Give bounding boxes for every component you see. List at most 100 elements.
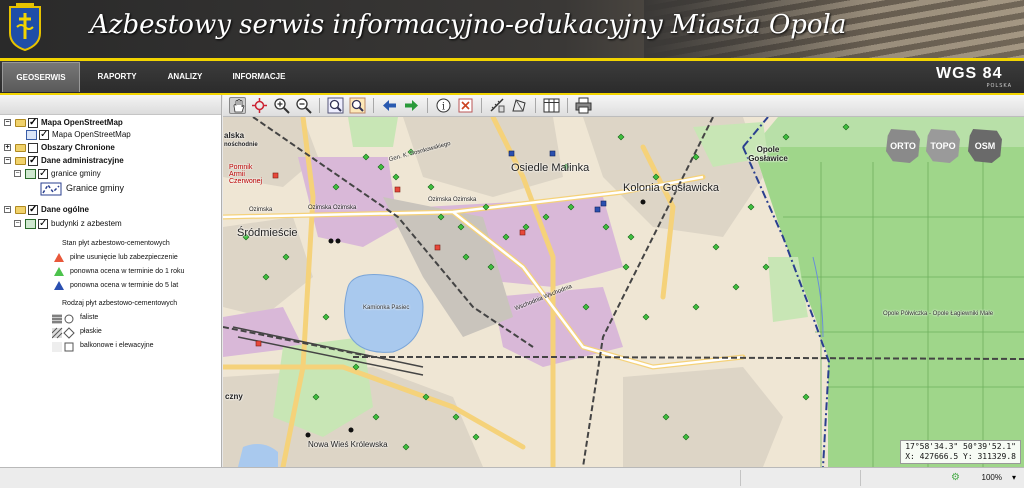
map-label-poln: nośchodnie [224,142,258,148]
green-triangle-icon [54,267,64,276]
red-triangle-icon [54,253,64,262]
legend-type-title: Rodzaj płyt azbestowo-cementowych [62,300,178,307]
map-label-kolonia-goslawicka: Kolonia Gosławicka [623,182,719,194]
app-window: Azbestowy serwis informacyjno-edukacyjny… [0,0,1024,488]
clear-icon[interactable] [457,97,474,114]
layer-label: granice gminy [51,169,101,178]
site-title: Azbestowy serwis informacyjno-edukacyjny… [90,10,847,40]
folder-icon [15,144,26,152]
legend-type-corrugated: faliste [80,314,99,321]
facade-pattern-icon [52,342,74,352]
measure-area-icon[interactable] [511,97,528,114]
legend-state-urgent: pilne usunięcie lub zabezpieczenie [70,254,178,261]
map-viewport[interactable]: Osiedle Malinka Opole Gosławice Kolonia … [223,117,1024,467]
layer-item-osm[interactable]: Mapa OpenStreetMap [22,128,212,142]
baselayer-orto-button[interactable]: ORTO [886,129,920,163]
map-label-nowa-wies: Nowa Wieś Królewska [308,440,388,449]
collapse-icon[interactable]: − [4,157,11,164]
tab-geoserwis[interactable]: GEOSERWIS [2,62,80,92]
layer-label: budynki z azbestem [51,219,122,228]
map-label-osiedle-malinka: Osiedle Malinka [511,162,590,174]
layer-label: Mapa OpenStreetMap [52,130,131,139]
zoom-out-icon[interactable] [295,97,312,114]
map-label-pomnik: Pomnik Armii Czerwonej [229,164,263,185]
map-layer-icon [26,130,37,140]
zoom-in-icon[interactable] [273,97,290,114]
flat-pattern-icon [52,327,75,339]
collapse-icon[interactable]: − [4,119,11,126]
folder-icon [15,206,26,214]
layer-group-protected[interactable]: + Obszary Chronione [4,141,214,155]
tab-informacje[interactable]: INFORMACJE [224,62,294,92]
print-icon[interactable] [575,97,592,114]
layer-panel-header [0,95,221,115]
layer-item-asbestos[interactable]: − budynki z azbestem [14,217,204,231]
opole-coat-of-arms-icon[interactable] [8,3,42,51]
measure-icon[interactable] [489,97,506,114]
zoom-level[interactable]: 100% [982,471,1002,485]
legend-label: Granice gminy [66,183,125,193]
layer-checkbox[interactable] [39,128,49,142]
tab-raporty[interactable]: RAPORTY [88,62,146,92]
info-icon[interactable]: i [435,97,452,114]
layer-tree-panel: − Mapa OpenStreetMap Mapa OpenStreetMap … [0,95,222,467]
layer-group-admin[interactable]: − Dane administracyjne [4,154,214,168]
collapse-icon[interactable]: − [4,206,11,213]
layer-group-checkbox[interactable] [28,154,38,168]
legend-boundaries: Granice gminy [38,181,198,197]
main-nav: GEOSERWIS RAPORTY ANALIZY INFORMACJE WGS… [0,61,1024,93]
layer-group-checkbox[interactable] [28,116,38,130]
zoom-dropdown-icon[interactable]: ▾ [1012,471,1016,485]
layer-group-label: Dane ogólne [41,205,90,214]
collapse-icon[interactable]: − [14,170,21,177]
layer-group-label: Dane administracyjne [41,156,124,165]
blue-triangle-icon [54,281,64,290]
layer-checkbox[interactable] [38,217,48,231]
brand-subtext: POLSKA [986,83,1012,89]
table-icon[interactable] [543,97,560,114]
map-label-czny: czny [225,392,243,401]
legend-type-flat: płaskie [80,328,102,335]
layer-checkbox[interactable] [38,167,48,181]
zoom-box-icon[interactable] [349,97,366,114]
wgs84-brand: WGS 84 POLSKA [936,65,1014,89]
map-toolbar: i [223,95,1024,117]
back-arrow-icon[interactable] [381,97,398,114]
site-header: Azbestowy serwis informacyjno-edukacyjny… [0,0,1024,58]
status-bar: ⚙ 100% ▾ [0,467,1024,488]
legend-state-1year: ponowna ocena w terminie do 1 roku [70,268,185,275]
baselayer-osm-button[interactable]: OSM [968,129,1002,163]
baselayer-topo-button[interactable]: TOPO [926,129,960,163]
map-label-ozimska-3: Ozimska [249,207,273,213]
map-label-kamionka: Kamionka Pasiec [363,305,410,311]
collapse-icon[interactable]: − [14,220,21,227]
map-label-ozimska-2: Ozimska Ozimska [428,197,477,203]
svg-text:i: i [442,102,445,113]
coords-xy: X: 427666.5 Y: 311329.8 [905,452,1016,461]
layer-group-checkbox[interactable] [28,203,38,217]
vector-layer-icon [25,219,36,229]
legend-state-5years: ponowna ocena w terminie do 5 lat [70,282,179,289]
expand-icon[interactable]: + [4,144,11,151]
legend-type-facade: balkonowe i elewacyjne [80,342,154,349]
vector-layer-icon [25,169,36,179]
zoom-extent-icon[interactable] [251,97,268,114]
layer-group-checkbox[interactable] [28,143,38,153]
map-label-malska: alska [224,131,245,140]
corrugated-pattern-icon [52,314,74,324]
layer-group-general[interactable]: − Dane ogólne [4,203,214,217]
folder-icon [15,157,26,165]
tab-analizy[interactable]: ANALIZY [158,62,212,92]
map-label-srodmiescie: Śródmieście [237,227,298,239]
map-label-opole-goslawice: Opole Gosławice [748,145,788,163]
coordinate-readout: 17°58'34.3" 50°39'52.1" X: 427666.5 Y: 3… [900,440,1021,464]
layer-item-boundaries[interactable]: − granice gminy [14,167,204,181]
brand-text: WGS 84 [936,65,1003,82]
coords-dms: 17°58'34.3" 50°39'52.1" [905,442,1016,451]
map-label-ozimska-1: Ozimska Ozimska [308,205,357,211]
search-icon[interactable] [327,97,344,114]
asbestos-markers-layer[interactable] [223,117,1024,467]
forward-arrow-icon[interactable] [403,97,420,114]
folder-icon [15,119,26,127]
pan-icon[interactable] [229,97,246,114]
